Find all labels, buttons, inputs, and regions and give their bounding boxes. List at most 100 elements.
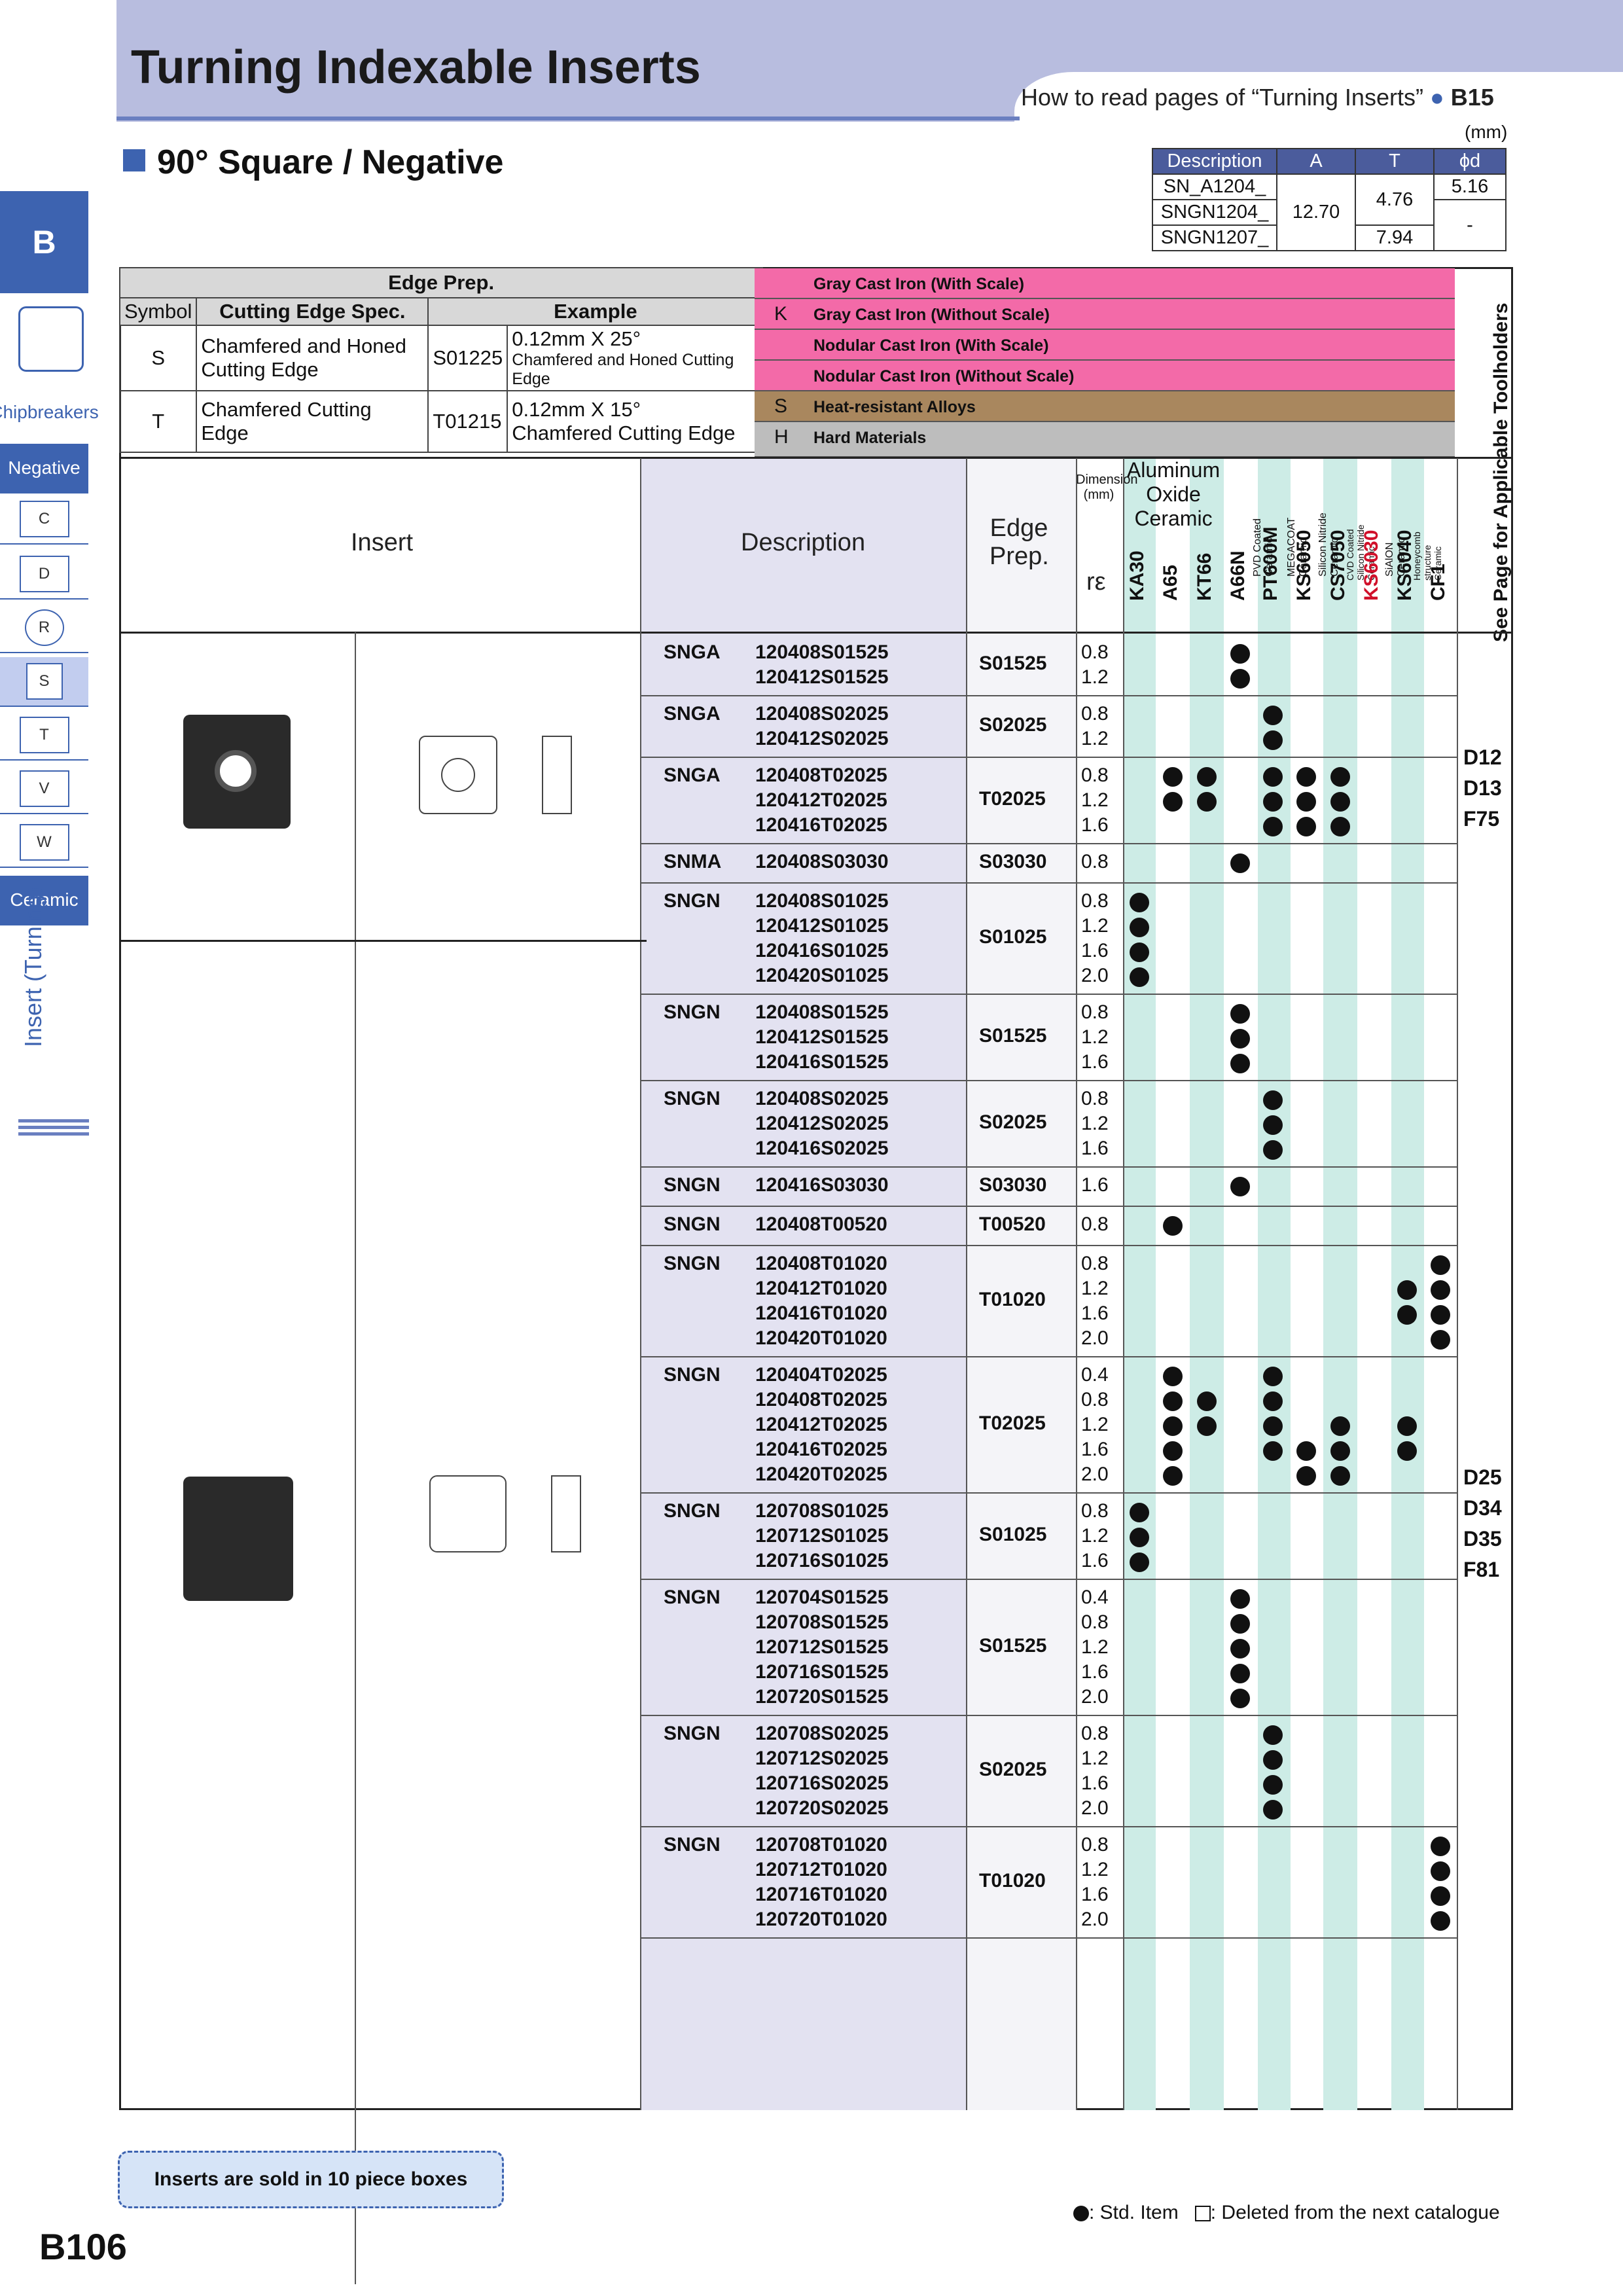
sidebar-shape-c[interactable]: C bbox=[0, 495, 88, 545]
std-dot bbox=[1263, 730, 1283, 750]
sidebar-chipbreakers[interactable]: Chipbreakers bbox=[0, 387, 99, 437]
toolholder-refs-2[interactable]: D25 D34 D35 F81 bbox=[1463, 1462, 1502, 1585]
material-letter-s: S bbox=[774, 395, 788, 417]
shape-w-icon: W bbox=[19, 824, 69, 861]
row-re: 2.0 bbox=[1081, 1686, 1109, 1708]
sidebar-negative[interactable]: Negative bbox=[0, 444, 88, 493]
dim-col-t: T bbox=[1355, 148, 1435, 175]
std-dot bbox=[1230, 644, 1250, 664]
insert-drawing-snga bbox=[419, 736, 497, 814]
row-code: 120716T01020 bbox=[755, 1884, 887, 1905]
dim-cell: SN_A1204_ bbox=[1152, 173, 1277, 200]
col-dimension: Dimension (mm) bbox=[1076, 473, 1138, 502]
sidebar-shape-w[interactable]: W bbox=[0, 818, 88, 868]
row-code: 120720T01020 bbox=[755, 1909, 887, 1930]
std-dot bbox=[1130, 1503, 1149, 1522]
row-re: 1.6 bbox=[1081, 1174, 1109, 1196]
std-dot bbox=[1130, 1528, 1149, 1547]
std-dot bbox=[1431, 1911, 1450, 1931]
edge-symbol: S bbox=[118, 325, 198, 391]
row-divider bbox=[640, 1356, 1457, 1357]
std-dot bbox=[1431, 1330, 1450, 1350]
toolholder-ref[interactable]: D13 bbox=[1463, 773, 1502, 804]
row-code: 120412S01025 bbox=[755, 915, 889, 937]
std-dot bbox=[1431, 1280, 1450, 1300]
row-re: 1.2 bbox=[1081, 728, 1109, 749]
row-code: 120704S01525 bbox=[755, 1587, 889, 1608]
toolholder-refs-1[interactable]: D12 D13 F75 bbox=[1463, 742, 1502, 834]
row-re: 1.2 bbox=[1081, 915, 1109, 937]
row-edge: S03030 bbox=[979, 851, 1047, 872]
std-dot bbox=[1431, 1305, 1450, 1325]
row-re: 0.8 bbox=[1081, 703, 1109, 725]
divider bbox=[119, 632, 1513, 634]
row-type: SNGN bbox=[664, 1088, 721, 1109]
sidebar-shape-d[interactable]: D bbox=[0, 550, 88, 600]
howto-link[interactable]: How to read pages of “Turning Inserts” ●… bbox=[1021, 84, 1494, 111]
row-code: 120708S01525 bbox=[755, 1611, 889, 1633]
section-tab-b[interactable]: B bbox=[0, 191, 88, 293]
row-edge: S01525 bbox=[979, 653, 1047, 674]
row-code: 120412T02025 bbox=[755, 1414, 887, 1435]
std-dot bbox=[1296, 1466, 1316, 1486]
row-re: 0.8 bbox=[1081, 1001, 1109, 1023]
row-code: 120416S02025 bbox=[755, 1138, 889, 1159]
toolholder-ref[interactable]: F75 bbox=[1463, 804, 1502, 834]
section-title: 90° Square / Negative bbox=[157, 143, 504, 181]
std-dot bbox=[1263, 767, 1283, 787]
row-divider bbox=[640, 1937, 1457, 1939]
col-spec: Cutting Edge Spec. bbox=[196, 297, 429, 326]
row-code: 120408S02025 bbox=[755, 703, 889, 725]
std-dot bbox=[1431, 1886, 1450, 1906]
grade-bg bbox=[1190, 458, 1224, 2110]
row-code: 120412S02025 bbox=[755, 1113, 889, 1134]
row-re: 1.2 bbox=[1081, 1113, 1109, 1134]
row-re: 1.2 bbox=[1081, 1414, 1109, 1435]
std-dot bbox=[1130, 942, 1149, 962]
row-re: 1.6 bbox=[1081, 1439, 1109, 1460]
row-re: 1.2 bbox=[1081, 1026, 1109, 1048]
toolholder-ref[interactable]: F81 bbox=[1463, 1554, 1502, 1585]
row-code: 120712S02025 bbox=[755, 1748, 889, 1769]
row-code: 120708S02025 bbox=[755, 1723, 889, 1744]
material-row: H Hard Materials bbox=[755, 422, 1455, 457]
std-dot bbox=[1130, 918, 1149, 937]
sidebar-shape-t[interactable]: T bbox=[0, 711, 88, 761]
legend: : Std. Item : Deleted from the next cata… bbox=[1073, 2202, 1500, 2224]
sidebar-shape-s[interactable]: S bbox=[0, 657, 88, 707]
sidebar-shape-r[interactable]: R bbox=[0, 603, 88, 653]
std-dot bbox=[1296, 767, 1316, 787]
std-dot bbox=[1230, 1054, 1250, 1073]
std-dot bbox=[1230, 1614, 1250, 1634]
divider bbox=[966, 458, 967, 2110]
row-code: 120412T01020 bbox=[755, 1278, 887, 1299]
std-dot bbox=[1163, 1391, 1183, 1411]
legend-std: : Std. Item bbox=[1089, 2202, 1179, 2223]
hole-drawing bbox=[441, 758, 475, 792]
edge-symbol: T bbox=[118, 390, 198, 453]
row-code: 120412S02025 bbox=[755, 728, 889, 749]
divider bbox=[1123, 458, 1124, 2110]
row-re: 2.0 bbox=[1081, 1463, 1109, 1485]
material-name: Hard Materials bbox=[813, 429, 927, 447]
sidebar-shape-v[interactable]: V bbox=[0, 764, 88, 814]
toolholder-ref[interactable]: D25 bbox=[1463, 1462, 1502, 1493]
std-dot bbox=[1330, 792, 1350, 812]
std-dot bbox=[1296, 792, 1316, 812]
row-re: 2.0 bbox=[1081, 965, 1109, 986]
toolholder-ref[interactable]: D35 bbox=[1463, 1524, 1502, 1554]
row-type: SNMA bbox=[664, 851, 722, 872]
row-type: SNGN bbox=[664, 1723, 721, 1744]
toolholder-ref[interactable]: D12 bbox=[1463, 742, 1502, 773]
row-divider bbox=[640, 1826, 1457, 1827]
toolholder-ref[interactable]: D34 bbox=[1463, 1493, 1502, 1524]
std-dot bbox=[1296, 1441, 1316, 1461]
page-number: B106 bbox=[39, 2226, 127, 2267]
material-name: Heat-resistant Alloys bbox=[813, 398, 976, 416]
chipbreaker-icon[interactable] bbox=[18, 306, 84, 372]
std-dot bbox=[1263, 1775, 1283, 1795]
grade-header-cf1: CF1 bbox=[1427, 564, 1449, 601]
std-dot bbox=[1263, 1367, 1283, 1386]
col-description: Description bbox=[741, 529, 866, 556]
std-dot bbox=[1197, 1391, 1217, 1411]
